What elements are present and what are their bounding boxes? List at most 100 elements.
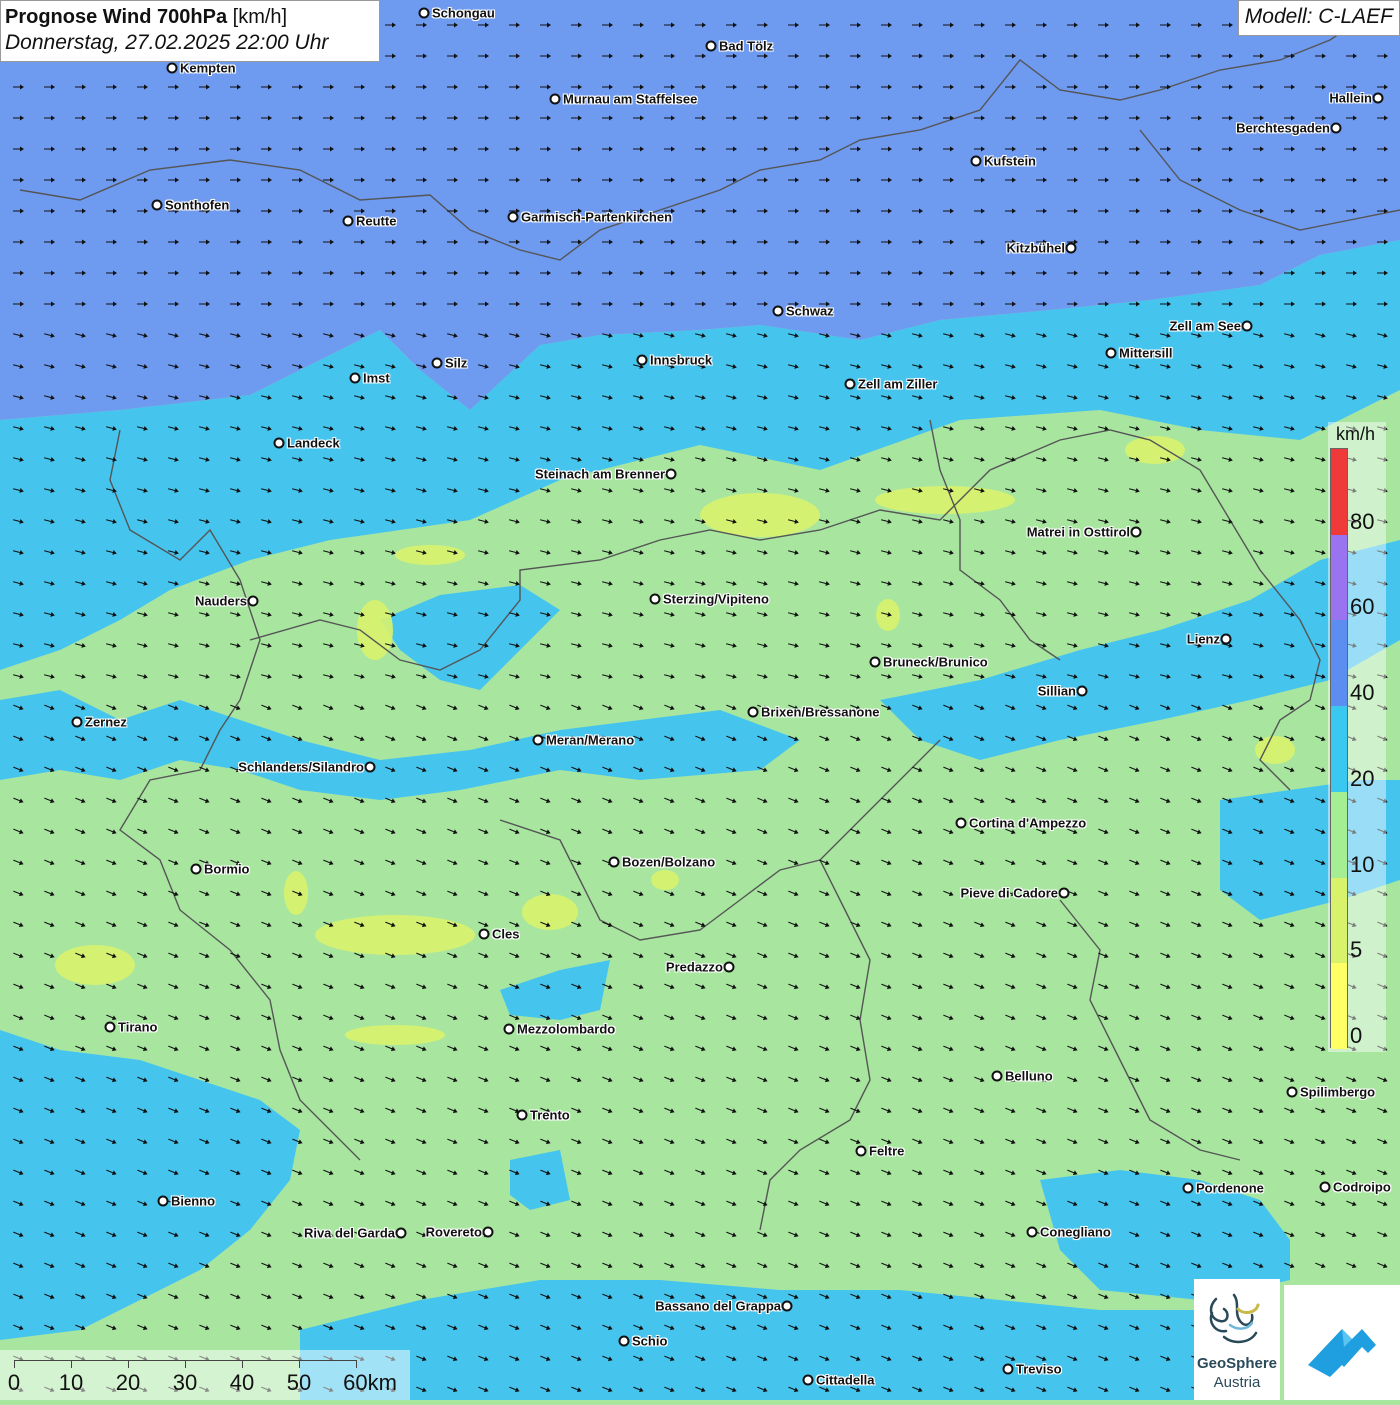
legend-tick-label: 40	[1350, 680, 1375, 706]
legend-color-segment	[1331, 449, 1347, 535]
scale-tick	[242, 1360, 243, 1368]
city-marker	[1130, 526, 1142, 538]
app-logo	[1284, 1285, 1400, 1400]
scale-label: 10	[58, 1370, 84, 1395]
city-marker	[772, 305, 784, 317]
city-label: Nauders	[194, 593, 247, 609]
city-marker	[1330, 122, 1342, 134]
city-marker	[71, 716, 83, 728]
legend-tick-label: 80	[1350, 508, 1375, 534]
city-marker	[364, 761, 376, 773]
city-label: Kufstein	[984, 153, 1036, 169]
city-label: Mezzolombardo	[517, 1021, 616, 1037]
city-label: Cittadella	[816, 1372, 875, 1388]
geosphere-logo-line1: GeoSphere	[1196, 1355, 1278, 1372]
city-label: Trento	[530, 1107, 570, 1123]
city-label: Sonthofen	[165, 197, 230, 213]
city-label: Berchtesgaden	[1236, 120, 1330, 136]
legend-color-segment	[1331, 706, 1347, 792]
city-marker	[649, 593, 661, 605]
city-marker	[991, 1070, 1003, 1082]
city-label: Kitzbühel	[1006, 240, 1066, 256]
city-label: Kempten	[180, 60, 236, 76]
legend-color-segment	[1331, 534, 1347, 621]
map-title-text: Prognose Wind 700hPa	[5, 6, 228, 28]
legend-colorbar	[1330, 448, 1348, 1049]
city-marker	[431, 357, 443, 369]
city-label: Schwaz	[786, 303, 834, 319]
city-marker	[705, 40, 717, 52]
legend-tick-label: 5	[1350, 937, 1363, 963]
city-label: Belluno	[1005, 1068, 1053, 1084]
city-marker	[1105, 347, 1117, 359]
city-marker	[157, 1195, 169, 1207]
city-marker	[1220, 633, 1232, 645]
city-label: Sillian	[1037, 683, 1076, 699]
city-marker	[608, 856, 620, 868]
city-label: Garmisch-Partenkirchen	[521, 209, 673, 225]
city-label: Bruneck/Brunico	[883, 654, 988, 670]
city-marker	[1182, 1182, 1194, 1194]
city-label: Pieve di Cadore	[960, 885, 1058, 901]
city-marker	[1002, 1363, 1014, 1375]
city-marker	[781, 1300, 793, 1312]
legend-tick-label: 60	[1350, 594, 1375, 620]
city-label: Rovereto	[425, 1224, 482, 1240]
legend-color-segment	[1331, 877, 1347, 964]
city-label: Reutte	[356, 213, 397, 229]
mountain-icon	[1308, 1329, 1376, 1377]
city-label: Bienno	[171, 1193, 216, 1209]
city-marker	[747, 706, 759, 718]
scale-label: 60km	[343, 1370, 397, 1395]
city-marker	[636, 354, 648, 366]
city-label: Bormio	[204, 861, 250, 877]
city-marker	[532, 734, 544, 746]
city-marker	[503, 1023, 515, 1035]
city-label: Bozen/Bolzano	[622, 854, 716, 870]
color-legend: km/h 0 5 10 20 40 60 80	[1328, 422, 1386, 1052]
city-label: Conegliano	[1040, 1224, 1111, 1240]
scale-tick	[185, 1360, 186, 1368]
city-label: Bassano del Grappa	[655, 1298, 781, 1314]
city-label: Treviso	[1016, 1361, 1062, 1377]
city-label: Mittersill	[1119, 345, 1173, 361]
city-label: Landeck	[287, 435, 340, 451]
city-marker	[1065, 242, 1077, 254]
city-label: Meran/Merano	[546, 732, 635, 748]
city-label: Pordenone	[1196, 1180, 1264, 1196]
city-label: Sterzing/Vipiteno	[663, 591, 769, 607]
city-marker	[844, 378, 856, 390]
legend-color-segment	[1331, 963, 1347, 1049]
city-label: Imst	[363, 370, 390, 386]
city-marker	[970, 155, 982, 167]
city-label: Schongau	[432, 5, 495, 21]
city-marker	[247, 595, 259, 607]
city-marker	[104, 1021, 116, 1033]
city-marker	[418, 7, 430, 19]
city-marker	[1372, 92, 1384, 104]
city-label: Schlanders/Silandro	[238, 759, 364, 775]
city-marker	[190, 863, 202, 875]
city-marker	[1026, 1226, 1038, 1238]
legend-unit: km/h	[1336, 424, 1376, 444]
scale-label: 20	[115, 1370, 141, 1395]
city-label: Spilimbergo	[1300, 1084, 1376, 1100]
scale-tick	[14, 1360, 15, 1368]
city-marker	[349, 372, 361, 384]
scale-bar: 0 10 20 30 40 50 60km	[0, 1350, 410, 1400]
city-marker	[1286, 1086, 1298, 1098]
scale-tick	[128, 1360, 129, 1368]
city-marker	[507, 211, 519, 223]
city-label: Hallein	[1329, 90, 1372, 106]
city-marker	[1058, 887, 1070, 899]
title-box: Prognose Wind 700hPa [km/h] Donnerstag, …	[0, 0, 380, 62]
map-title: Prognose Wind 700hPa [km/h]	[5, 4, 375, 30]
scale-tick	[71, 1360, 72, 1368]
geosphere-logo-line2: Austria	[1213, 1374, 1261, 1391]
city-label: Cles	[492, 926, 520, 942]
legend-tick-label: 10	[1350, 851, 1375, 877]
city-label: Feltre	[869, 1143, 905, 1159]
city-label: Codroipo	[1333, 1179, 1391, 1195]
city-label: Bad Tölz	[719, 38, 774, 54]
city-label: Tirano	[118, 1019, 158, 1035]
